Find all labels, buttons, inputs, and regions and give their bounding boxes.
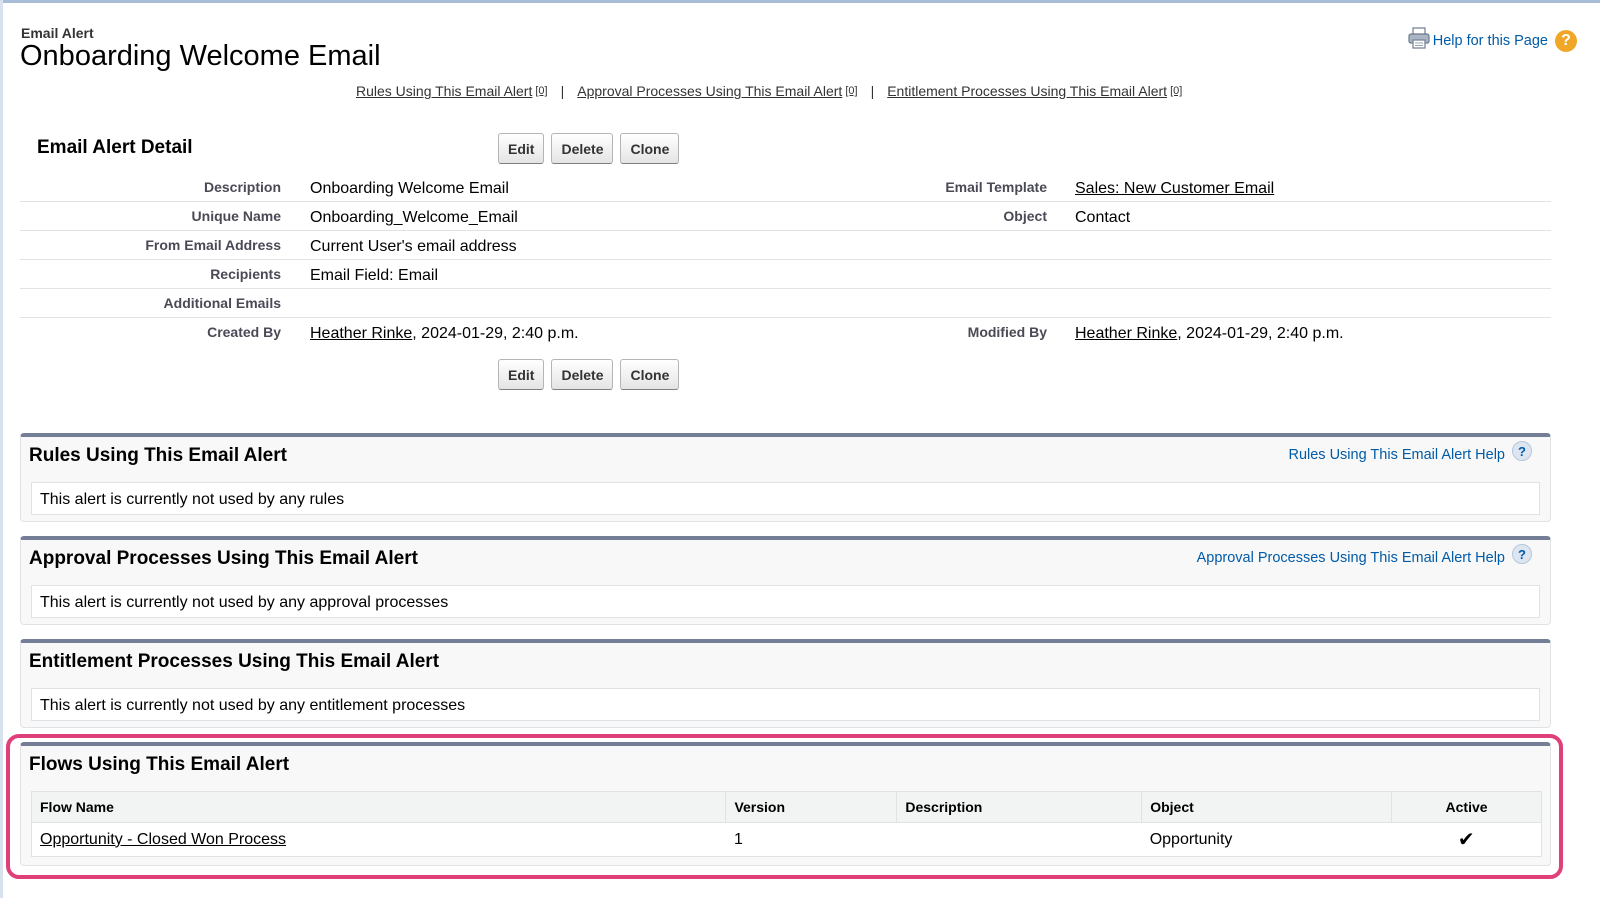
highlight-box xyxy=(6,734,1563,879)
field-value: Email Field: Email xyxy=(310,267,439,284)
help-icon[interactable]: ? xyxy=(1512,544,1532,564)
clone-button[interactable]: Clone xyxy=(620,359,680,390)
rules-related-list: Rules Using This Email Alert Rules Using… xyxy=(20,433,1551,522)
related-list-links: Rules Using This Email Alert [0] | Appro… xyxy=(356,83,1182,99)
separator: | xyxy=(870,83,875,99)
panel-title: Entitlement Processes Using This Email A… xyxy=(29,651,440,672)
field-label: Object xyxy=(1003,208,1047,224)
empty-message: This alert is currently not used by any … xyxy=(31,482,1540,515)
detail-row-additional-emails: Additional Emails xyxy=(20,289,1551,318)
field-label: Unique Name xyxy=(191,208,281,224)
separator: | xyxy=(560,83,565,99)
entitlement-processes-link[interactable]: Entitlement Processes Using This Email A… xyxy=(887,83,1167,99)
record-type-label: Email Alert xyxy=(21,25,94,41)
help-question-icon[interactable]: ? xyxy=(1555,30,1577,52)
help-area: Help for this Page ? xyxy=(1407,27,1577,52)
approval-count: [0] xyxy=(845,85,858,97)
field-label: Created By xyxy=(207,324,281,340)
top-button-bar: Edit Delete Clone xyxy=(498,133,680,164)
detail-row-from-email: From Email Address Current User's email … xyxy=(20,231,1551,260)
field-label: Additional Emails xyxy=(163,295,281,311)
detail-row-recipients: Recipients Email Field: Email xyxy=(20,260,1551,289)
field-value: Onboarding Welcome Email xyxy=(310,180,509,197)
rules-help-link[interactable]: Rules Using This Email Alert Help xyxy=(1288,447,1505,463)
field-label: Email Template xyxy=(945,179,1047,195)
field-value: Current User's email address xyxy=(310,238,517,255)
delete-button[interactable]: Delete xyxy=(551,133,614,164)
bottom-button-bar: Edit Delete Clone xyxy=(498,359,680,390)
page-title: Onboarding Welcome Email xyxy=(20,40,381,72)
top-border xyxy=(0,0,1600,3)
rules-link[interactable]: Rules Using This Email Alert xyxy=(356,83,532,99)
detail-row-created-by: Created By Heather Rinke, 2024-01-29, 2:… xyxy=(20,318,1551,347)
detail-section-title: Email Alert Detail xyxy=(37,137,193,158)
empty-message: This alert is currently not used by any … xyxy=(31,585,1540,618)
edit-button[interactable]: Edit xyxy=(498,133,545,164)
rules-count: [0] xyxy=(535,85,548,97)
delete-button[interactable]: Delete xyxy=(551,359,614,390)
help-icon[interactable]: ? xyxy=(1512,441,1532,461)
approval-help-link[interactable]: Approval Processes Using This Email Aler… xyxy=(1197,550,1505,566)
entitlement-related-list: Entitlement Processes Using This Email A… xyxy=(20,639,1551,728)
help-for-page-link[interactable]: Help for this Page xyxy=(1433,33,1548,49)
panel-title: Rules Using This Email Alert xyxy=(29,445,287,466)
detail-row-description: Description Onboarding Welcome Email Ema… xyxy=(20,173,1551,202)
entitlement-count: [0] xyxy=(1170,85,1183,97)
field-label: Description xyxy=(203,179,281,195)
panel-title: Approval Processes Using This Email Aler… xyxy=(29,548,418,569)
edit-button[interactable]: Edit xyxy=(498,359,545,390)
email-template-link[interactable]: Sales: New Customer Email xyxy=(1075,180,1274,197)
approval-processes-link[interactable]: Approval Processes Using This Email Aler… xyxy=(577,83,842,99)
created-date: , 2024-01-29, 2:40 p.m. xyxy=(412,325,579,342)
modified-by-user-link[interactable]: Heather Rinke xyxy=(1075,325,1177,342)
left-border xyxy=(0,0,3,898)
empty-message: This alert is currently not used by any … xyxy=(31,688,1540,721)
field-value: Onboarding_Welcome_Email xyxy=(310,209,518,226)
created-by-user-link[interactable]: Heather Rinke xyxy=(310,325,412,342)
field-label: Modified By xyxy=(967,324,1047,340)
field-label: Recipients xyxy=(210,266,281,282)
approval-related-list: Approval Processes Using This Email Aler… xyxy=(20,536,1551,625)
printer-icon[interactable] xyxy=(1407,26,1431,50)
detail-row-unique-name: Unique Name Onboarding_Welcome_Email Obj… xyxy=(20,202,1551,231)
modified-date: , 2024-01-29, 2:40 p.m. xyxy=(1177,325,1344,342)
field-label: From Email Address xyxy=(145,237,281,253)
field-value: Contact xyxy=(1075,209,1131,226)
clone-button[interactable]: Clone xyxy=(620,133,680,164)
